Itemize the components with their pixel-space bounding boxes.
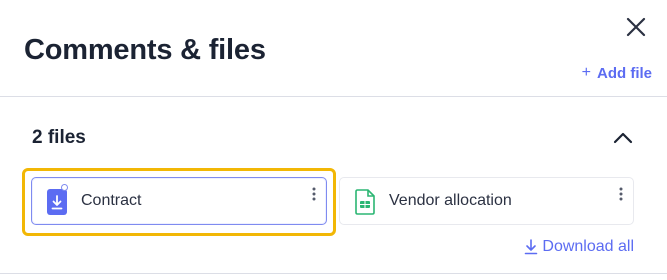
file-card-vendor-allocation[interactable]: Vendor allocation <box>339 177 634 225</box>
file-menu-button[interactable] <box>616 186 626 202</box>
download-icon <box>525 239 538 255</box>
panel-header: Comments & files + Add file <box>0 0 667 97</box>
close-icon <box>626 17 646 37</box>
divider <box>0 273 667 274</box>
chevron-up-icon <box>613 132 633 144</box>
file-name: Contract <box>81 192 142 209</box>
file-menu-button[interactable] <box>309 186 319 202</box>
files-count-heading: 2 files <box>32 127 86 148</box>
spreadsheet-file-icon <box>355 189 375 215</box>
file-card-contract[interactable]: Contract <box>31 177 327 225</box>
download-file-icon <box>47 189 67 215</box>
panel-title: Comments & files <box>24 34 266 66</box>
close-button[interactable] <box>624 15 648 39</box>
add-file-button[interactable]: + Add file <box>582 64 652 82</box>
more-vertical-icon <box>619 187 623 201</box>
download-all-button[interactable]: Download all <box>524 238 634 256</box>
download-all-label: Download all <box>542 238 634 255</box>
file-name: Vendor allocation <box>389 192 512 209</box>
status-indicator <box>61 184 68 191</box>
collapse-button[interactable] <box>612 130 634 146</box>
comments-files-panel: Comments & files + Add file 2 files Cont… <box>0 0 667 280</box>
add-file-label: Add file <box>597 64 652 82</box>
plus-icon: + <box>581 64 591 81</box>
more-vertical-icon <box>312 187 316 201</box>
